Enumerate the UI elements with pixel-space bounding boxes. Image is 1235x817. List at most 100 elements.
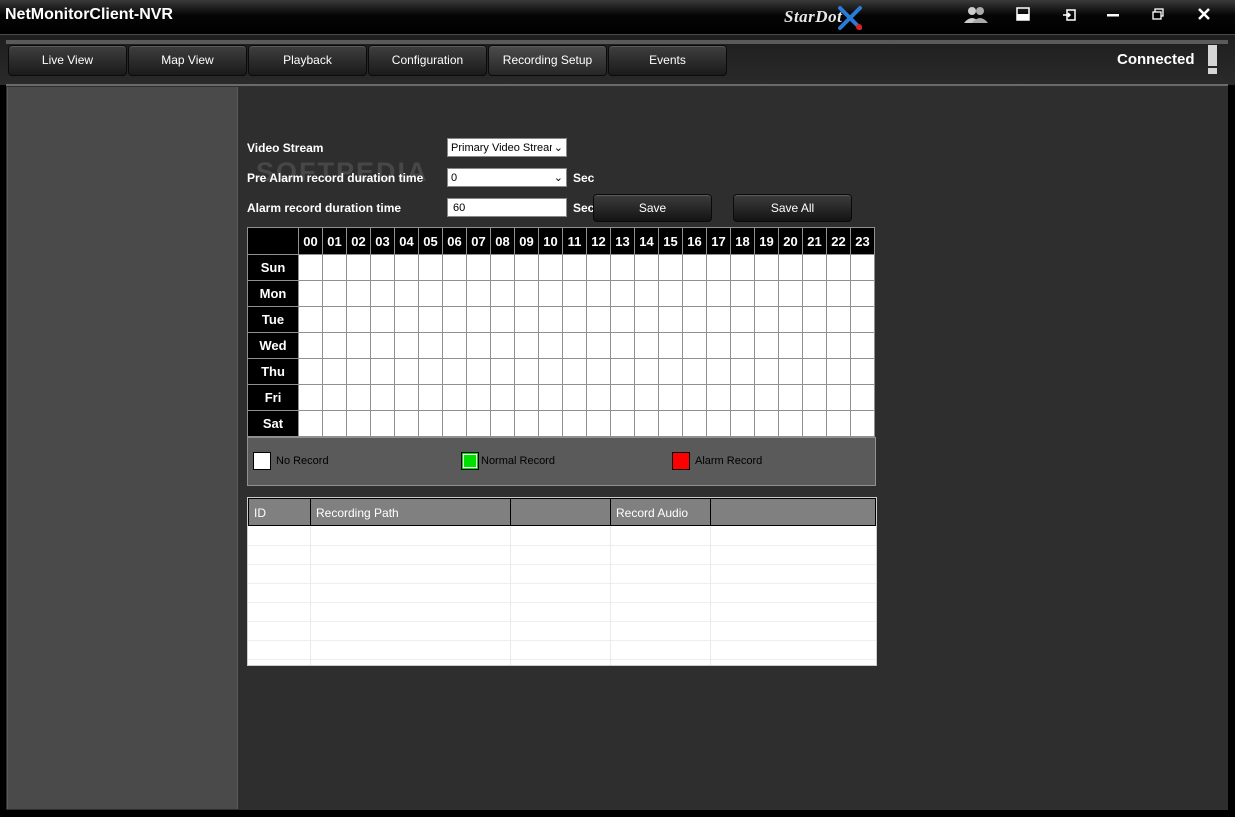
- schedule-cell[interactable]: [346, 358, 371, 385]
- schedule-cell[interactable]: [634, 332, 659, 359]
- hour-header[interactable]: 02: [346, 227, 371, 255]
- hour-header[interactable]: 17: [706, 227, 731, 255]
- schedule-cell[interactable]: [322, 280, 347, 307]
- schedule-cell[interactable]: [394, 358, 419, 385]
- schedule-cell[interactable]: [778, 306, 803, 333]
- tab-live-view[interactable]: Live View: [8, 45, 127, 76]
- schedule-cell[interactable]: [754, 254, 779, 281]
- schedule-cell[interactable]: [802, 254, 827, 281]
- tab-events[interactable]: Events: [608, 45, 727, 76]
- hour-header[interactable]: 08: [490, 227, 515, 255]
- schedule-cell[interactable]: [586, 306, 611, 333]
- schedule-cell[interactable]: [490, 306, 515, 333]
- schedule-cell[interactable]: [394, 332, 419, 359]
- day-label[interactable]: Mon: [247, 280, 299, 307]
- hour-header[interactable]: 21: [802, 227, 827, 255]
- schedule-cell[interactable]: [466, 332, 491, 359]
- schedule-cell[interactable]: [658, 332, 683, 359]
- schedule-cell[interactable]: [706, 332, 731, 359]
- schedule-cell[interactable]: [490, 254, 515, 281]
- schedule-cell[interactable]: [610, 280, 635, 307]
- schedule-cell[interactable]: [610, 254, 635, 281]
- schedule-cell[interactable]: [394, 384, 419, 411]
- schedule-cell[interactable]: [418, 358, 443, 385]
- schedule-cell[interactable]: [682, 384, 707, 411]
- hour-header[interactable]: 07: [466, 227, 491, 255]
- schedule-cell[interactable]: [538, 358, 563, 385]
- schedule-cell[interactable]: [466, 384, 491, 411]
- schedule-cell[interactable]: [730, 254, 755, 281]
- schedule-cell[interactable]: [754, 280, 779, 307]
- tab-configuration[interactable]: Configuration: [368, 45, 487, 76]
- schedule-cell[interactable]: [802, 280, 827, 307]
- schedule-cell[interactable]: [562, 254, 587, 281]
- logout-icon[interactable]: [1056, 6, 1082, 28]
- schedule-cell[interactable]: [298, 410, 323, 437]
- schedule-cell[interactable]: [730, 358, 755, 385]
- schedule-cell[interactable]: [538, 410, 563, 437]
- schedule-cell[interactable]: [418, 254, 443, 281]
- schedule-cell[interactable]: [826, 306, 851, 333]
- schedule-cell[interactable]: [346, 306, 371, 333]
- schedule-cell[interactable]: [562, 306, 587, 333]
- column-header-blank[interactable]: [711, 499, 875, 525]
- hour-header[interactable]: 15: [658, 227, 683, 255]
- tab-map-view[interactable]: Map View: [128, 45, 247, 76]
- schedule-cell[interactable]: [490, 410, 515, 437]
- schedule-cell[interactable]: [562, 358, 587, 385]
- schedule-cell[interactable]: [802, 306, 827, 333]
- schedule-cell[interactable]: [322, 306, 347, 333]
- schedule-cell[interactable]: [850, 332, 875, 359]
- schedule-cell[interactable]: [418, 280, 443, 307]
- alarm-duration-input[interactable]: 60: [447, 198, 567, 217]
- schedule-cell[interactable]: [466, 306, 491, 333]
- schedule-cell[interactable]: [706, 358, 731, 385]
- schedule-cell[interactable]: [442, 410, 467, 437]
- column-header-record-audio[interactable]: Record Audio: [611, 499, 711, 525]
- hour-header[interactable]: 10: [538, 227, 563, 255]
- hour-header[interactable]: 13: [610, 227, 635, 255]
- schedule-cell[interactable]: [610, 332, 635, 359]
- schedule-cell[interactable]: [634, 306, 659, 333]
- video-stream-select[interactable]: Primary Video Strear ⌄: [447, 138, 567, 157]
- schedule-cell[interactable]: [826, 410, 851, 437]
- hour-header[interactable]: 16: [682, 227, 707, 255]
- save-button[interactable]: Save: [593, 194, 712, 222]
- schedule-cell[interactable]: [706, 306, 731, 333]
- schedule-cell[interactable]: [706, 384, 731, 411]
- schedule-cell[interactable]: [370, 410, 395, 437]
- schedule-cell[interactable]: [706, 254, 731, 281]
- schedule-cell[interactable]: [418, 306, 443, 333]
- schedule-cell[interactable]: [754, 332, 779, 359]
- schedule-cell[interactable]: [514, 254, 539, 281]
- schedule-cell[interactable]: [490, 358, 515, 385]
- schedule-cell[interactable]: [682, 410, 707, 437]
- schedule-cell[interactable]: [586, 358, 611, 385]
- schedule-cell[interactable]: [442, 280, 467, 307]
- schedule-cell[interactable]: [442, 306, 467, 333]
- restore-icon[interactable]: [1145, 6, 1171, 28]
- schedule-cell[interactable]: [778, 332, 803, 359]
- schedule-cell[interactable]: [730, 410, 755, 437]
- schedule-cell[interactable]: [298, 254, 323, 281]
- schedule-cell[interactable]: [538, 306, 563, 333]
- schedule-cell[interactable]: [826, 332, 851, 359]
- schedule-cell[interactable]: [322, 254, 347, 281]
- schedule-cell[interactable]: [538, 384, 563, 411]
- schedule-cell[interactable]: [826, 280, 851, 307]
- table-row[interactable]: [248, 545, 876, 565]
- schedule-cell[interactable]: [658, 410, 683, 437]
- schedule-cell[interactable]: [370, 384, 395, 411]
- schedule-cell[interactable]: [754, 384, 779, 411]
- column-header-recording-path[interactable]: Recording Path: [311, 499, 511, 525]
- schedule-cell[interactable]: [658, 358, 683, 385]
- schedule-cell[interactable]: [706, 280, 731, 307]
- schedule-cell[interactable]: [562, 384, 587, 411]
- day-label[interactable]: Wed: [247, 332, 299, 359]
- schedule-cell[interactable]: [466, 280, 491, 307]
- schedule-cell[interactable]: [466, 358, 491, 385]
- schedule-cell[interactable]: [730, 384, 755, 411]
- schedule-cell[interactable]: [634, 358, 659, 385]
- schedule-cell[interactable]: [586, 384, 611, 411]
- schedule-cell[interactable]: [826, 358, 851, 385]
